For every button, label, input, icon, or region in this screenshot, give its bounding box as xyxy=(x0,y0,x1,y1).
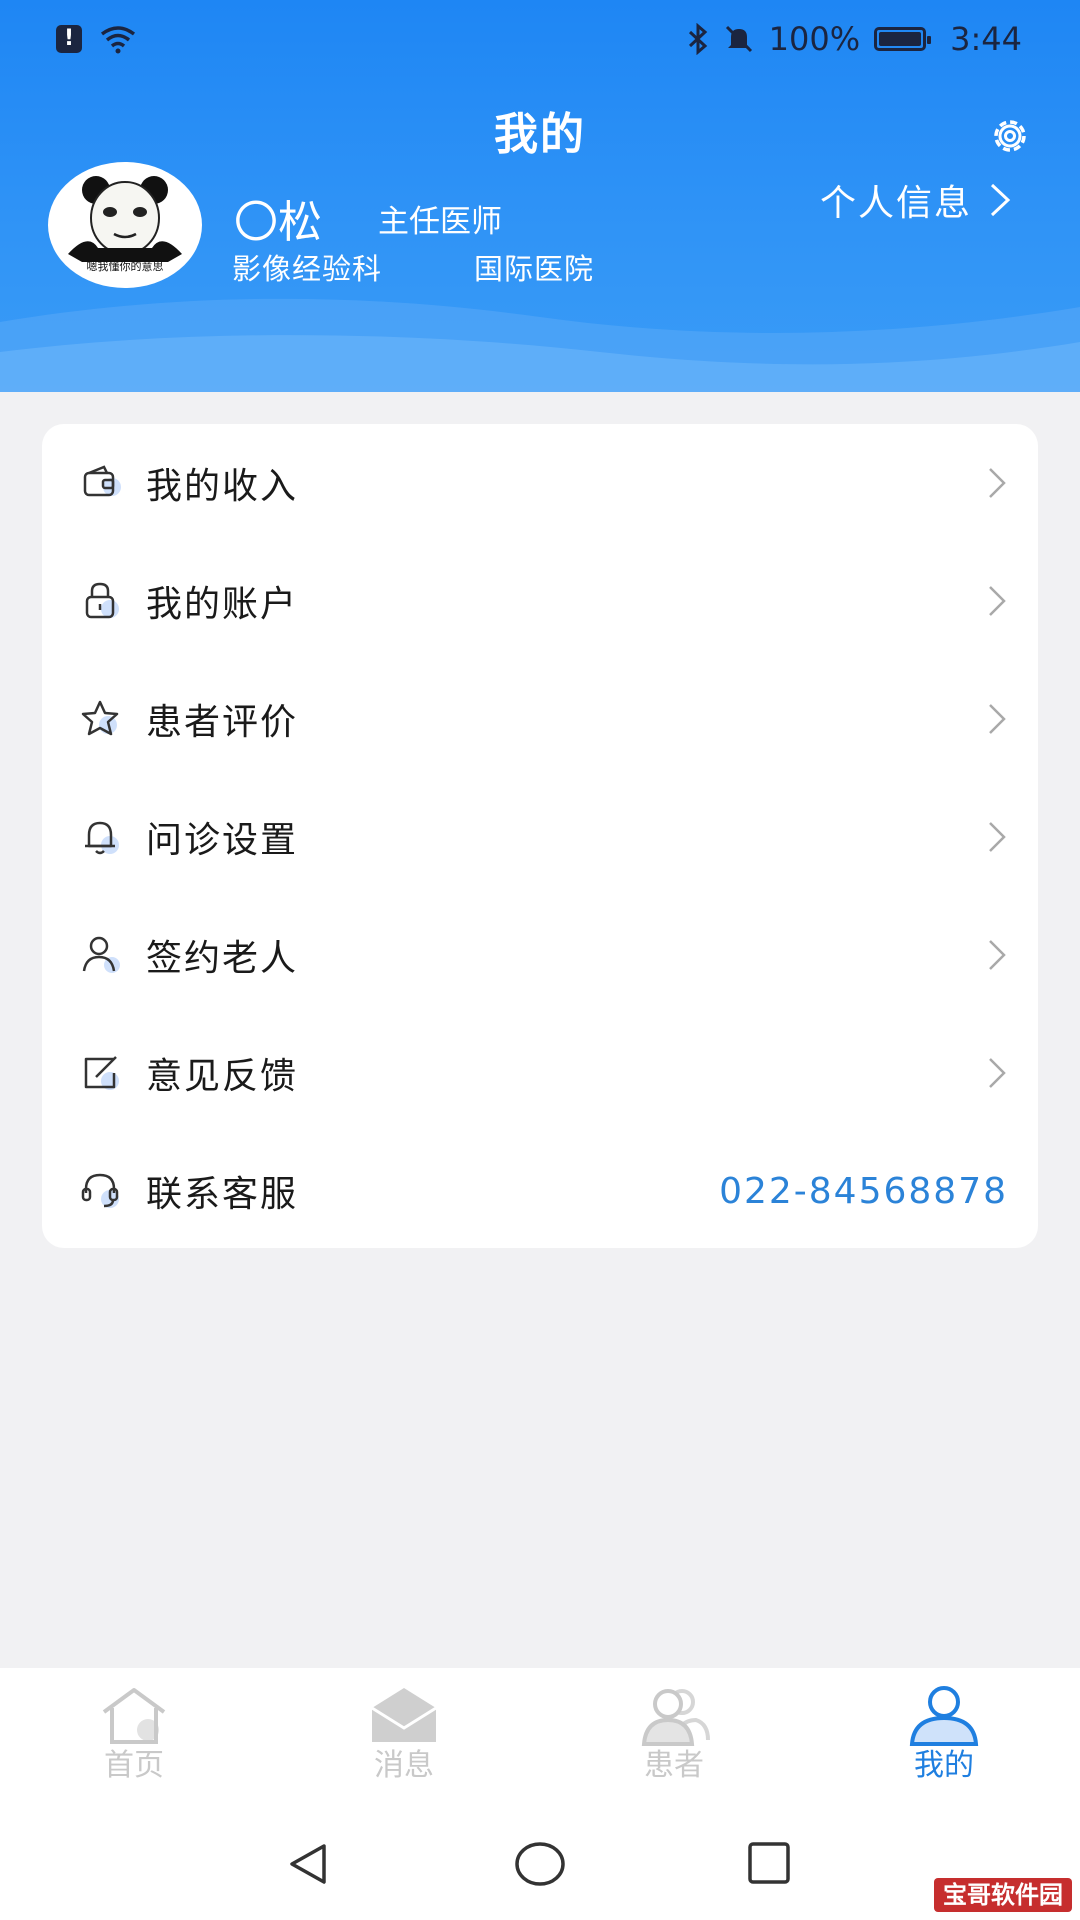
menu-item-account[interactable]: 我的账户 xyxy=(42,542,1038,660)
home-circle-icon[interactable] xyxy=(514,1838,566,1890)
battery-icon xyxy=(874,27,932,51)
chevron-right-icon xyxy=(989,1058,1006,1088)
watermark-logo: 宝哥软件园 xyxy=(934,1878,1072,1912)
chevron-right-icon xyxy=(989,586,1006,616)
header-wave xyxy=(0,298,1080,392)
user-hospital: 国际医院 xyxy=(474,252,595,286)
person-icon xyxy=(82,936,120,973)
user-name: 〇松 xyxy=(234,197,322,248)
menu-item-label: 问诊设置 xyxy=(146,820,299,861)
alert-icon: ! xyxy=(56,25,82,53)
tab-home[interactable]: 首页 xyxy=(34,1684,234,1794)
menu-item-consult-settings[interactable]: 问诊设置 xyxy=(42,778,1038,896)
lock-icon xyxy=(85,582,119,619)
chevron-right-icon xyxy=(989,822,1006,852)
profile-info-label: 个人信息 xyxy=(819,183,972,224)
profile-info-link[interactable]: 个人信息 xyxy=(820,174,1012,226)
user-title: 主任医师 xyxy=(378,204,502,240)
tab-patients[interactable]: 患者 xyxy=(574,1684,774,1794)
mail-icon xyxy=(371,1688,437,1742)
menu-item-label: 我的收入 xyxy=(146,466,299,507)
home-icon xyxy=(102,1688,166,1744)
wallet-icon xyxy=(83,465,121,497)
clock: 3:44 xyxy=(950,20,1022,58)
tab-label: 患者 xyxy=(644,1748,704,1783)
tab-mine[interactable]: 我的 xyxy=(844,1684,1044,1794)
back-icon[interactable] xyxy=(284,1840,332,1888)
menu-item-signed-elderly[interactable]: 签约老人 xyxy=(42,896,1038,1014)
avatar-caption: 嗯我懂你的意思 xyxy=(86,260,164,273)
profile-icon xyxy=(909,1686,979,1746)
recents-icon[interactable] xyxy=(746,1840,792,1886)
chevron-right-icon xyxy=(989,940,1006,970)
menu-item-income[interactable]: 我的收入 xyxy=(42,424,1038,542)
headset-icon xyxy=(81,1173,119,1208)
service-phone-number[interactable]: 022-84568878 xyxy=(719,1171,1008,1212)
wifi-icon xyxy=(100,26,136,54)
menu-item-customer-service[interactable]: 联系客服 022-84568878 xyxy=(42,1132,1038,1250)
bell-icon xyxy=(85,821,119,855)
chevron-right-icon xyxy=(989,704,1006,734)
system-navigation-bar: 宝哥软件园 xyxy=(0,1808,1080,1920)
menu-item-feedback[interactable]: 意见反馈 xyxy=(42,1014,1038,1132)
mute-icon xyxy=(725,25,752,53)
bottom-tab-bar: 首页 消息 患者 我的 xyxy=(0,1668,1080,1808)
patients-icon xyxy=(641,1689,710,1746)
profile-header: ! 100% 3:44 我的 嗯我懂你的意思 〇松 主任医师 影像经验科 国际医… xyxy=(0,0,1080,392)
menu-item-reviews[interactable]: 患者评价 xyxy=(42,660,1038,778)
tab-label: 消息 xyxy=(374,1748,434,1783)
tab-label: 我的 xyxy=(914,1748,974,1783)
page-title: 我的 xyxy=(494,109,586,160)
status-bar: ! 100% 3:44 xyxy=(0,18,1080,64)
menu-item-label: 联系客服 xyxy=(146,1174,299,1215)
edit-icon xyxy=(84,1056,119,1090)
battery-percent: 100% xyxy=(768,20,861,58)
menu-item-label: 患者评价 xyxy=(146,702,299,743)
star-icon xyxy=(81,700,119,736)
tab-label: 首页 xyxy=(104,1748,164,1783)
menu-item-label: 签约老人 xyxy=(146,938,299,979)
avatar[interactable]: 嗯我懂你的意思 xyxy=(48,162,202,288)
tab-messages[interactable]: 消息 xyxy=(304,1684,504,1794)
menu-item-label: 意见反馈 xyxy=(146,1056,299,1097)
chevron-right-icon xyxy=(989,468,1006,498)
user-department: 影像经验科 xyxy=(232,252,383,286)
gear-icon[interactable] xyxy=(988,114,1032,158)
bluetooth-icon xyxy=(688,23,707,55)
chevron-right-icon xyxy=(990,183,1011,217)
menu-item-label: 我的账户 xyxy=(146,584,299,625)
menu-card: 我的收入 我的账户 患者评价 问诊设置 签约老人 意见反馈 联系客服 022-8… xyxy=(42,424,1038,1248)
